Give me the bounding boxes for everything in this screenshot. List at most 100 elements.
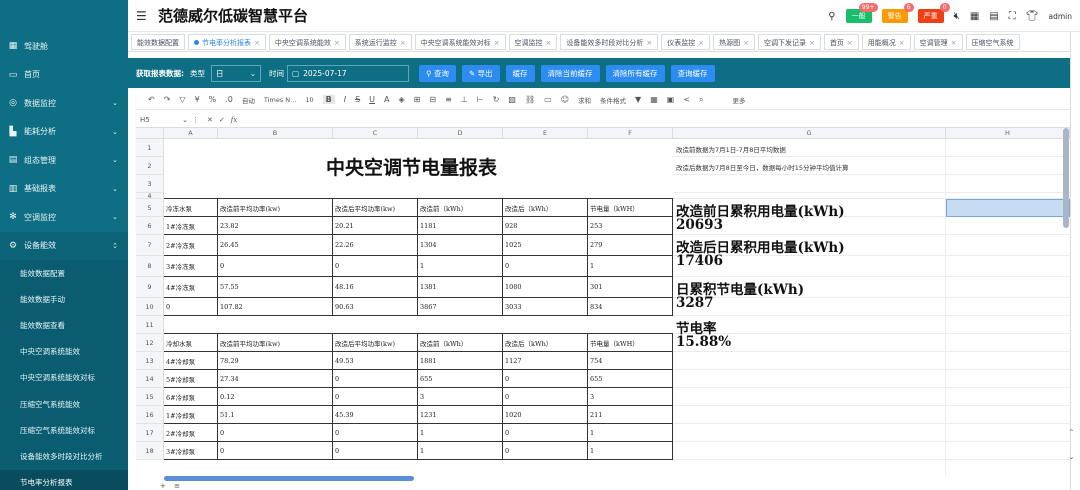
table-cell[interactable]: 冷冻水泵 (164, 199, 218, 217)
tab[interactable]: 仪表监控 × (661, 33, 711, 50)
sheet-list-icon[interactable]: ≡ (174, 482, 180, 490)
menu-toggle-icon[interactable]: ☰ (136, 9, 150, 23)
table-cell[interactable]: 48.16 (333, 277, 418, 298)
row-header[interactable]: 1 (136, 139, 164, 157)
table-cell[interactable]: 1881 (418, 352, 503, 370)
table-cell[interactable]: 改造前（kWh） (418, 199, 503, 217)
row-header[interactable]: 12 (136, 334, 164, 352)
close-icon[interactable]: × (646, 39, 652, 47)
corner-cell[interactable] (136, 128, 164, 139)
table-cell[interactable]: 22.26 (333, 235, 418, 256)
fx-icon[interactable]: fx (231, 116, 238, 124)
border-icon[interactable]: ⊞ (414, 95, 421, 104)
column-header[interactable]: F (588, 128, 673, 139)
decimal-icon[interactable]: .0 (225, 95, 233, 104)
sidebar-item[interactable]: ▦ 驾驶舱 (0, 32, 128, 61)
table-cell[interactable]: 0 (333, 388, 418, 406)
table-cell[interactable]: 834 (588, 298, 673, 316)
table-cell[interactable]: 0 (333, 424, 418, 442)
close-icon[interactable]: × (809, 39, 815, 47)
fullscreen-icon[interactable]: ⛶ (1009, 11, 1016, 22)
row-header[interactable]: 11 (136, 316, 164, 334)
table-cell[interactable]: 0 (218, 256, 333, 277)
spreadsheet-grid[interactable]: A B C D E F G H 1 2 3 4 5 6 7 8 9 10 11 12 13 14 15 16 17 18 中央空调节… (136, 128, 1070, 476)
table-cell[interactable]: 0 (503, 256, 588, 277)
table-cell[interactable]: 2#冷却泵 (164, 424, 218, 442)
column-header[interactable]: D (418, 128, 503, 139)
tab[interactable]: 节电率分析报表 × (188, 33, 266, 50)
sidebar-item[interactable]: ▭ 首页 (0, 61, 128, 90)
qrcode-icon[interactable]: ▦ (970, 11, 979, 22)
table-cell[interactable]: 1231 (418, 406, 503, 424)
table-cell[interactable]: 4#冷冻泵 (164, 277, 218, 298)
table-cell[interactable]: 改造后平均功率(kw) (333, 334, 418, 352)
table-cell[interactable]: 0 (333, 370, 418, 388)
alarm-badge[interactable]: 警告 6 (881, 3, 914, 23)
table-cell[interactable]: 754 (588, 352, 673, 370)
table-cell[interactable]: 3 (418, 388, 503, 406)
cell-reference[interactable]: H5 ⌄ (136, 116, 192, 124)
table-cell[interactable]: 冷却水泵 (164, 334, 218, 352)
table-cell[interactable]: 1025 (503, 235, 588, 256)
number-format-select[interactable]: 自动 (242, 95, 255, 105)
table-cell[interactable]: 20.21 (333, 217, 418, 235)
fill-color-icon[interactable]: ◈ (399, 95, 405, 104)
tab[interactable]: 热源图 × (713, 33, 755, 50)
emoji-icon[interactable]: ☺ (561, 95, 569, 104)
close-icon[interactable]: × (847, 39, 853, 47)
column-header[interactable]: E (503, 128, 588, 139)
row-header[interactable]: 5 (136, 199, 164, 217)
export-button[interactable]: ✎ 导出 (461, 64, 500, 82)
table-cell[interactable]: 1020 (503, 406, 588, 424)
column-header[interactable]: G (673, 128, 946, 139)
close-icon[interactable]: × (494, 39, 500, 47)
row-header[interactable]: 6 (136, 217, 164, 235)
tab[interactable]: 设备能效多时段对比分析 × (560, 33, 659, 50)
table-cell[interactable]: 0 (218, 442, 333, 460)
sum-button[interactable]: 求和 (578, 95, 591, 105)
table-cell[interactable]: 655 (418, 370, 503, 388)
merge-icon[interactable]: ⊟ (429, 95, 436, 104)
table-cell[interactable]: 改造前平均功率(kw) (218, 199, 333, 217)
more-button[interactable]: 更多 (733, 95, 746, 105)
percent-icon[interactable]: % (209, 95, 217, 104)
row-header[interactable]: 17 (136, 424, 164, 442)
row-header[interactable]: 10 (136, 298, 164, 316)
sidebar-item[interactable]: ✻ 空调监控 ⌄ (0, 203, 128, 232)
table-cell[interactable]: 节电量（kWH） (588, 334, 673, 352)
table-cell[interactable]: 107.82 (218, 298, 333, 316)
tab[interactable]: 空调监控 × (508, 33, 558, 50)
sidebar-subitem[interactable]: 压缩空气系统能效 (0, 390, 128, 418)
sidebar-item[interactable]: ⚙ 设备能效 ⌄ ⌃ (0, 231, 128, 260)
theme-icon[interactable]: 👕︎ (1026, 11, 1039, 22)
tab[interactable]: 中央空调系统能效对标 × (414, 33, 506, 50)
table-cell[interactable]: 1 (588, 256, 673, 277)
table-cell[interactable]: 节电量（kWH） (588, 199, 673, 217)
table-cell[interactable]: 0 (333, 442, 418, 460)
sidebar-subitem[interactable]: 中央空调系统能效 (0, 338, 128, 365)
tab[interactable]: 系统运行监控 × (348, 33, 412, 50)
undo-icon[interactable]: ↶ (148, 95, 155, 104)
row-header[interactable]: 2 (136, 157, 164, 175)
table-cell[interactable]: 78.29 (218, 352, 333, 370)
table-cell[interactable]: 改造后（kWh） (503, 334, 588, 352)
italic-button[interactable]: I (344, 95, 346, 104)
tab[interactable]: 压缩空气系统 (965, 33, 1020, 50)
conditional-format-button[interactable]: 条件格式 (600, 95, 626, 105)
table-cell[interactable]: 3#冷却泵 (164, 442, 218, 460)
table-cell[interactable]: 655 (588, 370, 673, 388)
row-header[interactable]: 15 (136, 388, 164, 406)
close-icon[interactable]: × (743, 39, 749, 47)
filter-icon[interactable]: ▼ (635, 95, 641, 104)
sidebar-subitem[interactable]: 能效数据查看 (0, 312, 128, 339)
tab[interactable]: 空调管理 × (913, 33, 963, 50)
column-header[interactable]: A (164, 128, 218, 139)
horizontal-scrollbar[interactable] (164, 476, 414, 481)
close-icon[interactable]: × (254, 39, 260, 47)
table-cell[interactable]: 1 (418, 256, 503, 277)
table-cell[interactable]: 57.55 (218, 277, 333, 298)
tab[interactable]: 用能概况 × (861, 33, 911, 50)
table-cell[interactable]: 45.39 (333, 406, 418, 424)
strike-button[interactable]: S (355, 95, 360, 104)
table-cell[interactable]: 1127 (503, 352, 588, 370)
